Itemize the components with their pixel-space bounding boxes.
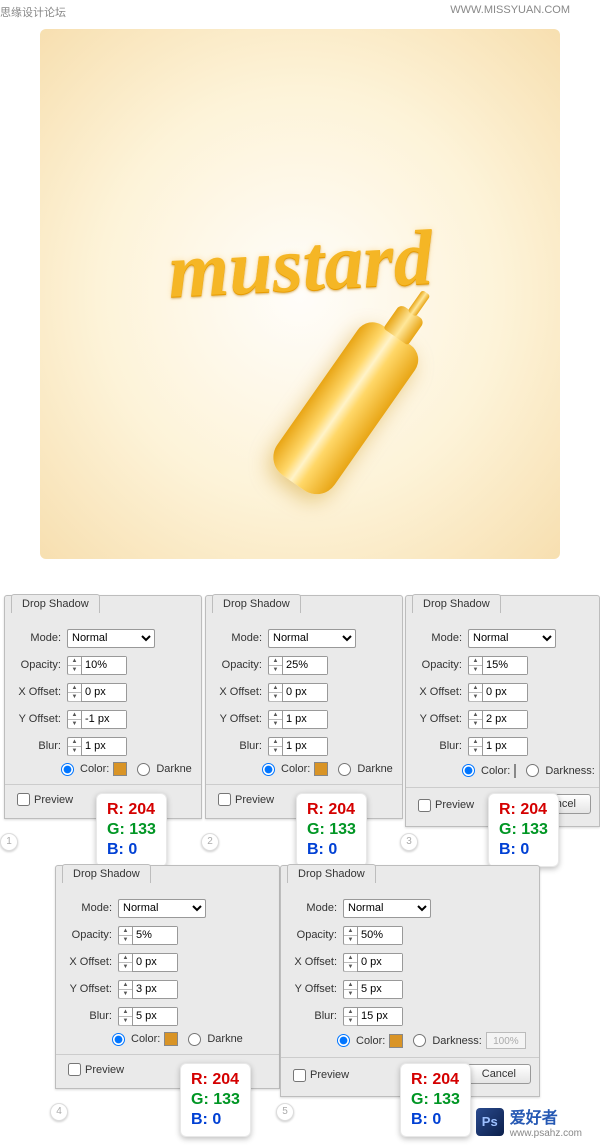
color-radio[interactable] — [262, 763, 275, 776]
color-swatch[interactable] — [113, 762, 127, 776]
opacity-input[interactable] — [283, 657, 327, 674]
blur-input[interactable] — [82, 738, 126, 755]
tab-drop-shadow[interactable]: Drop Shadow — [287, 864, 376, 883]
chevron-up-icon[interactable]: ▲ — [68, 657, 81, 666]
chevron-down-icon[interactable]: ▼ — [68, 666, 81, 675]
ps-logo-icon: Ps — [476, 1108, 504, 1136]
xoffset-label: X Offset: — [13, 686, 61, 698]
color-swatch[interactable] — [389, 1034, 403, 1048]
color-radio[interactable] — [112, 1033, 125, 1046]
yoffset-input[interactable] — [358, 981, 402, 998]
chevron-up-icon[interactable]: ▲ — [68, 711, 81, 720]
blur-input[interactable] — [358, 1008, 402, 1025]
tab-drop-shadow[interactable]: Drop Shadow — [412, 594, 501, 613]
preview-label: Preview — [34, 794, 73, 806]
yoffset-stepper[interactable]: ▲▼ — [67, 710, 127, 729]
rgb-callout-1: R: 204G: 133B: 0 — [96, 793, 167, 867]
yoffset-input[interactable] — [483, 711, 527, 728]
yoffset-input[interactable] — [82, 711, 126, 728]
rgb-callout-3: R: 204G: 133B: 0 — [488, 793, 559, 867]
mustard-bottle — [265, 315, 426, 503]
drop-shadow-panel-1: Drop Shadow Mode:Normal Opacity:▲▼ X Off… — [4, 595, 202, 819]
site-name: 思缘设计论坛 — [0, 4, 66, 20]
mode-select[interactable]: Normal — [118, 899, 206, 918]
tab-drop-shadow[interactable]: Drop Shadow — [11, 594, 100, 613]
chevron-down-icon[interactable]: ▼ — [68, 720, 81, 729]
preview-checkbox[interactable] — [17, 793, 30, 806]
drop-shadow-panel-4: Drop Shadow Mode:Normal Opacity:▲▼ X Off… — [55, 865, 280, 1089]
chevron-up-icon[interactable]: ▲ — [68, 684, 81, 693]
xoffset-input[interactable] — [82, 684, 126, 701]
mode-select[interactable]: Normal — [468, 629, 556, 648]
color-label: Color: — [80, 763, 109, 775]
opacity-input[interactable] — [82, 657, 126, 674]
blur-input[interactable] — [483, 738, 527, 755]
rgb-callout-5: R: 204G: 133B: 0 — [400, 1063, 471, 1137]
rgb-callout-2: R: 204G: 133B: 0 — [296, 793, 367, 867]
darkness-radio[interactable] — [188, 1033, 201, 1046]
mode-label: Mode: — [13, 632, 61, 644]
mode-select[interactable]: Normal — [343, 899, 431, 918]
preview-checkbox[interactable] — [68, 1063, 81, 1076]
darkness-radio[interactable] — [413, 1034, 426, 1047]
color-swatch[interactable] — [314, 762, 328, 776]
panel-number-2: 2 — [201, 833, 219, 851]
yoffset-label: Y Offset: — [13, 713, 61, 725]
darkness-radio[interactable] — [338, 763, 351, 776]
preview-checkbox[interactable] — [418, 799, 431, 812]
footer-title: 爱好者 — [510, 1104, 582, 1128]
opacity-input[interactable] — [358, 927, 402, 944]
blur-stepper[interactable]: ▲▼ — [67, 737, 127, 756]
opacity-input[interactable] — [133, 927, 177, 944]
panel-number-3: 3 — [400, 833, 418, 851]
artwork-preview: mustard — [40, 29, 560, 559]
chevron-down-icon[interactable]: ▼ — [68, 693, 81, 702]
panel-number-4: 4 — [50, 1103, 68, 1121]
darkness-radio[interactable] — [526, 764, 539, 777]
footer-watermark: Ps 爱好者 www.psahz.com — [476, 1104, 582, 1139]
xoffset-input[interactable] — [283, 684, 327, 701]
yoffset-input[interactable] — [133, 981, 177, 998]
preview-checkbox[interactable] — [218, 793, 231, 806]
opacity-label: Opacity: — [13, 659, 61, 671]
mustard-text: mustard — [166, 212, 435, 316]
opacity-stepper[interactable]: ▲▼ — [67, 656, 127, 675]
blur-label: Blur: — [13, 740, 61, 752]
darkness-label: Darkne — [156, 763, 191, 775]
color-radio[interactable] — [337, 1034, 350, 1047]
color-swatch[interactable] — [164, 1032, 178, 1046]
cancel-button[interactable]: Cancel — [467, 1064, 531, 1084]
darkness-radio[interactable] — [137, 763, 150, 776]
chevron-up-icon[interactable]: ▲ — [68, 738, 81, 747]
rgb-callout-4: R: 204G: 133B: 0 — [180, 1063, 251, 1137]
drop-shadow-panel-2: Drop Shadow Mode:Normal Opacity:▲▼ X Off… — [205, 595, 403, 819]
color-radio[interactable] — [61, 763, 74, 776]
footer-url: www.psahz.com — [510, 1128, 582, 1139]
xoffset-input[interactable] — [133, 954, 177, 971]
xoffset-input[interactable] — [483, 684, 527, 701]
mode-select[interactable]: Normal — [268, 629, 356, 648]
yoffset-input[interactable] — [283, 711, 327, 728]
blur-input[interactable] — [283, 738, 327, 755]
color-swatch[interactable] — [514, 764, 516, 778]
blur-input[interactable] — [133, 1008, 177, 1025]
site-url: WWW.MISSYUAN.COM — [450, 4, 570, 20]
opacity-input[interactable] — [483, 657, 527, 674]
tab-drop-shadow[interactable]: Drop Shadow — [212, 594, 301, 613]
chevron-down-icon[interactable]: ▼ — [68, 747, 81, 756]
mode-select[interactable]: Normal — [67, 629, 155, 648]
panel-number-1: 1 — [0, 833, 18, 851]
tab-drop-shadow[interactable]: Drop Shadow — [62, 864, 151, 883]
color-radio[interactable] — [462, 764, 475, 777]
xoffset-stepper[interactable]: ▲▼ — [67, 683, 127, 702]
panel-number-5: 5 — [276, 1103, 294, 1121]
xoffset-input[interactable] — [358, 954, 402, 971]
preview-checkbox[interactable] — [293, 1069, 306, 1082]
darkness-field: 100% — [486, 1032, 526, 1049]
